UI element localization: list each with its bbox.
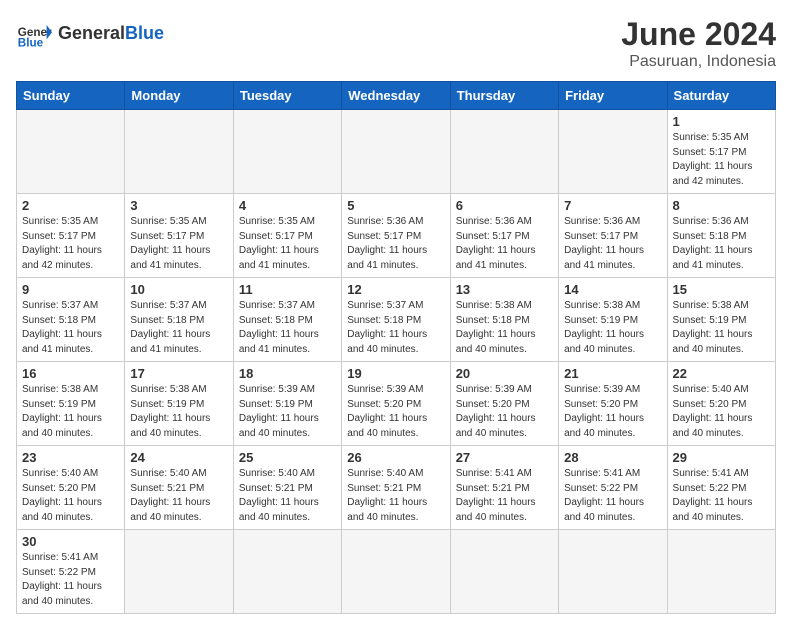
day-empty: [125, 530, 233, 614]
day-8: 8 Sunrise: 5:36 AMSunset: 5:18 PMDayligh…: [667, 194, 775, 278]
day-empty: [233, 530, 341, 614]
day-empty: [233, 110, 341, 194]
day-empty: [559, 110, 667, 194]
day-3: 3 Sunrise: 5:35 AMSunset: 5:17 PMDayligh…: [125, 194, 233, 278]
title-area: June 2024 Pasuruan, Indonesia: [621, 16, 776, 71]
day-28: 28 Sunrise: 5:41 AMSunset: 5:22 PMDaylig…: [559, 446, 667, 530]
header-sunday: Sunday: [17, 82, 125, 110]
location-title: Pasuruan, Indonesia: [621, 53, 776, 71]
day-4: 4 Sunrise: 5:35 AMSunset: 5:17 PMDayligh…: [233, 194, 341, 278]
day-empty: [450, 110, 558, 194]
header: General Blue GeneralBlue June 2024 Pasur…: [16, 16, 776, 71]
day-10: 10 Sunrise: 5:37 AMSunset: 5:18 PMDaylig…: [125, 278, 233, 362]
day-empty: [667, 530, 775, 614]
day-11: 11 Sunrise: 5:37 AMSunset: 5:18 PMDaylig…: [233, 278, 341, 362]
day-empty: [342, 110, 450, 194]
day-empty: [559, 530, 667, 614]
header-tuesday: Tuesday: [233, 82, 341, 110]
month-title: June 2024: [621, 16, 776, 53]
week-row-3: 9 Sunrise: 5:37 AMSunset: 5:18 PMDayligh…: [17, 278, 776, 362]
header-monday: Monday: [125, 82, 233, 110]
day-18: 18 Sunrise: 5:39 AMSunset: 5:19 PMDaylig…: [233, 362, 341, 446]
day-9: 9 Sunrise: 5:37 AMSunset: 5:18 PMDayligh…: [17, 278, 125, 362]
day-14: 14 Sunrise: 5:38 AMSunset: 5:19 PMDaylig…: [559, 278, 667, 362]
logo: General Blue GeneralBlue: [16, 16, 164, 52]
week-row-5: 23 Sunrise: 5:40 AMSunset: 5:20 PMDaylig…: [17, 446, 776, 530]
day-27: 27 Sunrise: 5:41 AMSunset: 5:21 PMDaylig…: [450, 446, 558, 530]
header-thursday: Thursday: [450, 82, 558, 110]
day-29: 29 Sunrise: 5:41 AMSunset: 5:22 PMDaylig…: [667, 446, 775, 530]
week-row-6: 30 Sunrise: 5:41 AMSunset: 5:22 PMDaylig…: [17, 530, 776, 614]
day-21: 21 Sunrise: 5:39 AMSunset: 5:20 PMDaylig…: [559, 362, 667, 446]
day-25: 25 Sunrise: 5:40 AMSunset: 5:21 PMDaylig…: [233, 446, 341, 530]
day-26: 26 Sunrise: 5:40 AMSunset: 5:21 PMDaylig…: [342, 446, 450, 530]
day-empty: [17, 110, 125, 194]
day-13: 13 Sunrise: 5:38 AMSunset: 5:18 PMDaylig…: [450, 278, 558, 362]
svg-text:Blue: Blue: [18, 37, 44, 50]
calendar: Sunday Monday Tuesday Wednesday Thursday…: [16, 81, 776, 614]
weekday-header-row: Sunday Monday Tuesday Wednesday Thursday…: [17, 82, 776, 110]
day-6: 6 Sunrise: 5:36 AMSunset: 5:17 PMDayligh…: [450, 194, 558, 278]
day-7: 7 Sunrise: 5:36 AMSunset: 5:17 PMDayligh…: [559, 194, 667, 278]
day-empty: [450, 530, 558, 614]
logo-blue: Blue: [125, 23, 164, 43]
day-24: 24 Sunrise: 5:40 AMSunset: 5:21 PMDaylig…: [125, 446, 233, 530]
header-friday: Friday: [559, 82, 667, 110]
header-saturday: Saturday: [667, 82, 775, 110]
day-empty: [342, 530, 450, 614]
logo-icon: General Blue: [16, 16, 52, 52]
day-16: 16 Sunrise: 5:38 AMSunset: 5:19 PMDaylig…: [17, 362, 125, 446]
week-row-4: 16 Sunrise: 5:38 AMSunset: 5:19 PMDaylig…: [17, 362, 776, 446]
day-23: 23 Sunrise: 5:40 AMSunset: 5:20 PMDaylig…: [17, 446, 125, 530]
day-5: 5 Sunrise: 5:36 AMSunset: 5:17 PMDayligh…: [342, 194, 450, 278]
day-19: 19 Sunrise: 5:39 AMSunset: 5:20 PMDaylig…: [342, 362, 450, 446]
day-12: 12 Sunrise: 5:37 AMSunset: 5:18 PMDaylig…: [342, 278, 450, 362]
week-row-1: 1 Sunrise: 5:35 AMSunset: 5:17 PMDayligh…: [17, 110, 776, 194]
day-15: 15 Sunrise: 5:38 AMSunset: 5:19 PMDaylig…: [667, 278, 775, 362]
day-17: 17 Sunrise: 5:38 AMSunset: 5:19 PMDaylig…: [125, 362, 233, 446]
logo-general: General: [58, 23, 125, 43]
day-empty: [125, 110, 233, 194]
day-1: 1 Sunrise: 5:35 AMSunset: 5:17 PMDayligh…: [667, 110, 775, 194]
header-wednesday: Wednesday: [342, 82, 450, 110]
day-2: 2 Sunrise: 5:35 AMSunset: 5:17 PMDayligh…: [17, 194, 125, 278]
day-30: 30 Sunrise: 5:41 AMSunset: 5:22 PMDaylig…: [17, 530, 125, 614]
week-row-2: 2 Sunrise: 5:35 AMSunset: 5:17 PMDayligh…: [17, 194, 776, 278]
day-22: 22 Sunrise: 5:40 AMSunset: 5:20 PMDaylig…: [667, 362, 775, 446]
day-20: 20 Sunrise: 5:39 AMSunset: 5:20 PMDaylig…: [450, 362, 558, 446]
